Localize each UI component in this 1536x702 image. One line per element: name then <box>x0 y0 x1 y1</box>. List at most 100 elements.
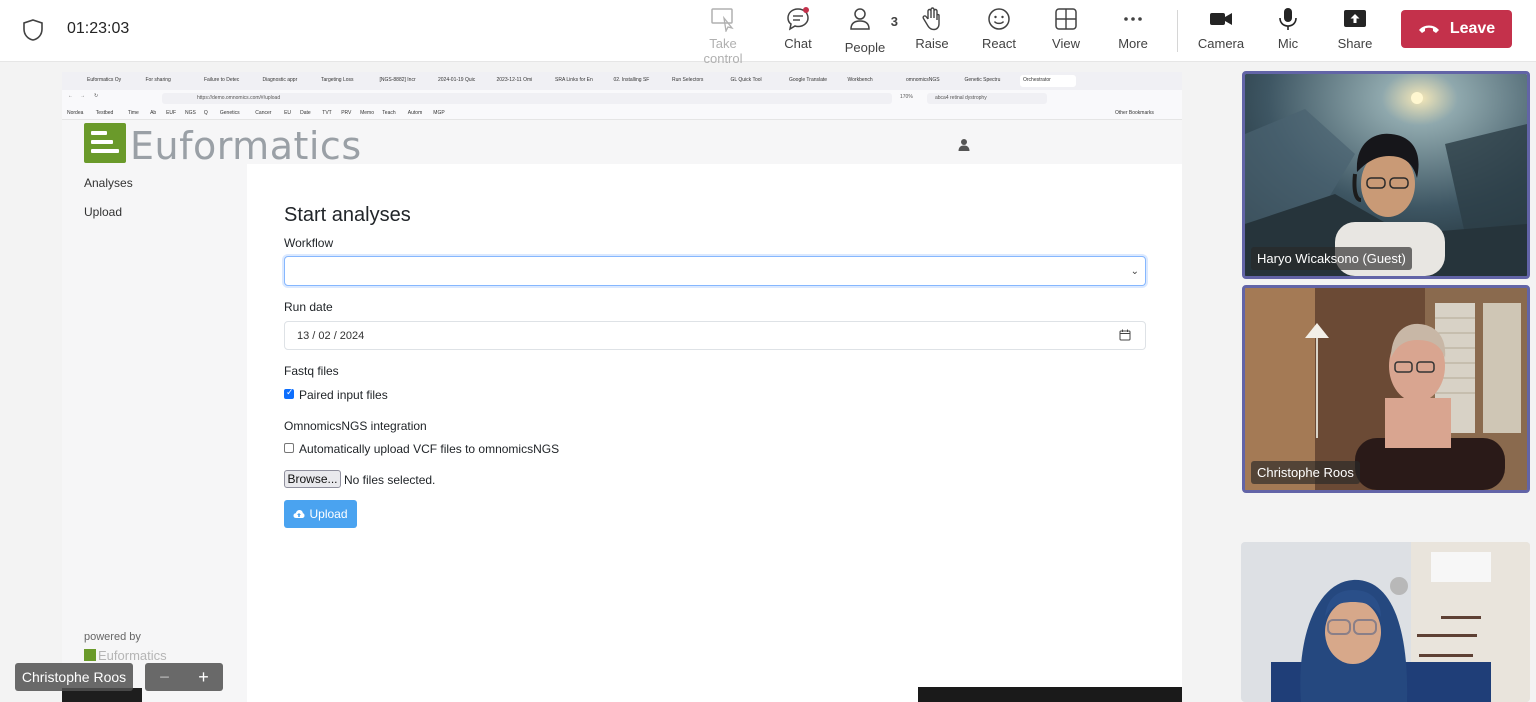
browser-tab[interactable]: SRA Links for En <box>552 75 608 87</box>
back-icon[interactable]: ← <box>68 93 73 99</box>
chat-button[interactable]: Chat <box>765 6 831 56</box>
browser-tab[interactable]: GL Quick Tool <box>728 75 784 87</box>
run-date-label: Run date <box>284 300 333 314</box>
browser-tab[interactable]: [NGS-8882] Incr <box>377 75 433 87</box>
participant-tile-haryo[interactable]: Haryo Wicaksono (Guest) <box>1242 71 1530 279</box>
bookmark-item[interactable]: TVT <box>322 110 331 116</box>
no-files-status: No files selected. <box>344 473 436 487</box>
fastq-label: Fastq files <box>284 364 339 378</box>
bookmark-item[interactable]: Testbed <box>96 110 114 116</box>
euformatics-logo <box>84 123 126 163</box>
app-sidebar: Analyses Upload powered by Euformatics <box>62 164 247 702</box>
paired-input-checkbox[interactable] <box>284 387 294 399</box>
people-label: People <box>844 40 886 55</box>
raise-label: Raise <box>915 36 949 51</box>
nav-upload[interactable]: Upload <box>84 205 122 219</box>
calendar-icon[interactable] <box>1119 329 1131 341</box>
react-button[interactable]: React <box>966 6 1032 56</box>
zoom-in-icon[interactable]: + <box>198 667 209 688</box>
share-label: Share <box>1337 36 1373 51</box>
bookmark-item[interactable]: EUF <box>166 110 176 116</box>
bookmark-item[interactable]: Autom <box>408 110 422 116</box>
participant-video-christophe <box>1245 288 1527 490</box>
browser-tab[interactable]: omnomicsNGS <box>903 75 959 87</box>
more-icon <box>1124 17 1142 21</box>
bookmark-item[interactable]: Memo <box>360 110 374 116</box>
participant-tile-christophe[interactable]: Christophe Roos <box>1242 285 1530 493</box>
browser-tab[interactable]: Genetic Spectru <box>962 75 1018 87</box>
reload-icon[interactable]: ↻ <box>94 93 98 99</box>
user-icon[interactable] <box>958 138 970 151</box>
view-label: View <box>1052 36 1080 51</box>
participant-tile-self[interactable] <box>1241 542 1530 702</box>
other-bookmarks[interactable]: Other Bookmarks <box>1115 110 1154 116</box>
mic-button[interactable]: Mic <box>1255 6 1321 56</box>
bookmark-item[interactable]: NGS <box>185 110 196 116</box>
nav-analyses[interactable]: Analyses <box>84 176 133 190</box>
people-button[interactable]: 3 People <box>832 6 898 56</box>
react-icon <box>988 8 1010 30</box>
url-field[interactable]: https://demo.omnomics.com/#/upload <box>162 93 892 104</box>
browser-search-field[interactable]: abca4 retinal dystrophy <box>927 93 1047 104</box>
shared-screen-zoom-control: − + <box>145 663 223 691</box>
bookmark-item[interactable]: Teach <box>382 110 395 116</box>
run-date-value: 13 / 02 / 2024 <box>297 330 365 342</box>
browse-button[interactable]: Browse... <box>284 470 341 488</box>
powered-by-label: powered by <box>84 631 141 643</box>
chat-label: Chat <box>784 36 812 51</box>
powered-brand: Euformatics <box>98 648 167 663</box>
forward-icon[interactable]: → <box>80 93 85 99</box>
bookmark-item[interactable]: Nordea <box>67 110 83 116</box>
browser-tab[interactable]: 2024-01-19 Quic <box>435 75 491 87</box>
meeting-toolbar: 01:23:03 Take control Chat 3 People Rais… <box>0 0 1536 66</box>
bookmark-item[interactable]: PRV <box>341 110 351 116</box>
browser-tab[interactable]: Workbench <box>845 75 901 87</box>
integration-label: OmnomicsNGS integration <box>284 419 427 433</box>
bookmarks-bar: Other Bookmarks Nordea Testbed Time Ab EUF NG… <box>62 107 1182 120</box>
view-button[interactable]: View <box>1033 6 1099 56</box>
upload-button[interactable]: Upload <box>284 500 357 528</box>
browser-tab[interactable]: Google Translate <box>786 75 842 87</box>
auto-upload-checkbox[interactable] <box>284 443 294 453</box>
video-preview-strip <box>918 687 1182 702</box>
bookmark-item[interactable]: MGP <box>433 110 444 116</box>
bookmark-item[interactable]: Cancer <box>255 110 271 116</box>
camera-button[interactable]: Camera <box>1188 6 1254 56</box>
more-button[interactable]: More <box>1100 6 1166 56</box>
meeting-timer: 01:23:03 <box>67 20 130 37</box>
bookmark-item[interactable]: Q <box>204 110 208 116</box>
page-title: Start analyses <box>284 204 411 226</box>
participant-name: Christophe Roos <box>1251 461 1360 484</box>
browser-tab[interactable]: Euformatics Oy <box>84 75 140 87</box>
browser-tab-strip: Euformatics Oy For sharing Failure to Dete… <box>62 72 1182 90</box>
paired-input-label[interactable]: Paired input files <box>299 388 388 402</box>
run-date-input[interactable]: 13 / 02 / 2024 <box>284 321 1146 350</box>
bookmark-item[interactable]: Ab <box>150 110 156 116</box>
bookmark-item[interactable]: Date <box>300 110 311 116</box>
toolbar-divider <box>1177 10 1178 52</box>
bookmark-item[interactable]: Genetics <box>220 110 240 116</box>
raise-hand-button[interactable]: Raise <box>899 6 965 56</box>
leave-button[interactable]: Leave <box>1401 10 1512 48</box>
share-button[interactable]: Share <box>1322 6 1388 56</box>
browser-tab[interactable]: Orchestrator <box>1020 75 1076 87</box>
workflow-select[interactable]: ⌄ <box>284 256 1146 286</box>
browser-tab[interactable]: Failure to Detec <box>201 75 257 87</box>
people-icon <box>850 8 871 30</box>
cloud-upload-icon <box>293 510 305 518</box>
camera-label: Camera <box>1197 36 1245 51</box>
browser-tab[interactable]: Run Selectors <box>669 75 725 87</box>
browser-tab[interactable]: 02. Installing SF <box>611 75 667 87</box>
bookmark-item[interactable]: Time <box>128 110 139 116</box>
browser-tab[interactable]: Targeting Loss <box>318 75 374 87</box>
auto-upload-label[interactable]: Automatically upload VCF files to omnomi… <box>299 442 559 456</box>
zoom-level[interactable]: 170% <box>900 94 913 100</box>
browser-tab[interactable]: Diagnostic appr <box>260 75 316 87</box>
more-label: More <box>1118 36 1148 51</box>
bookmark-item[interactable]: EU <box>284 110 291 116</box>
browser-tab[interactable]: For sharing <box>143 75 199 87</box>
take-control-button[interactable]: Take control <box>690 6 756 66</box>
browser-tab[interactable]: 2023-12-11 Omi <box>494 75 550 87</box>
brand-name: Euformatics <box>130 124 362 168</box>
zoom-out-icon[interactable]: − <box>159 667 170 688</box>
